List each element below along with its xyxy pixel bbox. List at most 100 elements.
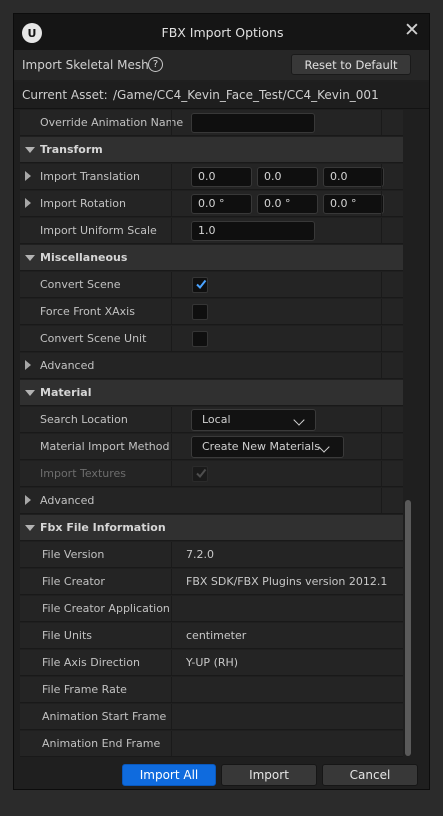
property-value: Y-UP (RH) xyxy=(186,656,239,669)
chevron-down-icon xyxy=(318,441,330,453)
collapse-arrow-icon xyxy=(25,147,35,153)
cancel-button[interactable]: Cancel xyxy=(322,764,418,786)
current-asset-path: /Game/CC4_Kevin_Face_Test/CC4_Kevin_001 xyxy=(113,88,379,102)
force-front-xaxis-checkbox[interactable] xyxy=(192,304,208,320)
column-divider[interactable] xyxy=(171,272,172,297)
translation-z-input[interactable]: 0.0 xyxy=(323,167,384,187)
property-label: Force Front XAxis xyxy=(40,305,135,318)
close-icon[interactable]: ✕ xyxy=(403,20,421,40)
column-divider xyxy=(381,299,382,324)
property-value: FBX SDK/FBX Plugins version 2012.1 xyxy=(186,575,388,588)
convert-scene-checkbox[interactable] xyxy=(192,277,208,293)
column-divider[interactable] xyxy=(171,677,172,702)
row-file-units: File Units centimeter xyxy=(20,623,403,649)
rotation-z-input[interactable]: 0.0 ° xyxy=(323,194,384,214)
property-label: Convert Scene Unit xyxy=(40,332,147,345)
expand-arrow-icon[interactable] xyxy=(25,495,31,505)
current-asset-bar: Current Asset: /Game/CC4_Kevin_Face_Test… xyxy=(14,82,429,109)
column-divider xyxy=(381,353,382,378)
column-divider[interactable] xyxy=(171,731,172,756)
dialog-title: FBX Import Options xyxy=(161,25,284,40)
column-divider[interactable] xyxy=(171,407,172,432)
column-divider[interactable] xyxy=(171,164,172,189)
column-divider[interactable] xyxy=(171,542,172,567)
row-file-version: File Version 7.2.0 xyxy=(20,542,403,568)
row-convert-scene: Convert Scene xyxy=(20,272,403,298)
dropdown-value: Local xyxy=(202,413,231,426)
property-label: Convert Scene xyxy=(40,278,121,291)
column-divider[interactable] xyxy=(171,596,172,621)
row-material-import-method: Material Import Method Create New Materi… xyxy=(20,434,403,460)
property-label: File Frame Rate xyxy=(42,683,127,696)
row-import-uniform-scale: Import Uniform Scale 1.0 xyxy=(20,218,403,244)
property-label: Override Animation Name xyxy=(40,116,184,129)
column-divider[interactable] xyxy=(171,218,172,243)
column-divider xyxy=(381,272,382,297)
rotation-x-input[interactable]: 0.0 ° xyxy=(191,194,252,214)
scrollbar-thumb[interactable] xyxy=(405,500,411,756)
property-label: Import Translation xyxy=(40,170,140,183)
title-bar[interactable]: U FBX Import Options ✕ xyxy=(14,14,429,50)
row-file-frame-rate: File Frame Rate xyxy=(20,677,403,703)
property-panel[interactable]: Override Animation Name Transform Import… xyxy=(14,110,405,758)
import-type-label: Import Skeletal Mesh xyxy=(22,58,149,72)
column-divider xyxy=(381,461,382,486)
column-divider xyxy=(381,488,382,513)
check-icon xyxy=(196,468,207,479)
column-divider[interactable] xyxy=(171,650,172,675)
category-material[interactable]: Material xyxy=(20,380,403,406)
expand-arrow-icon[interactable] xyxy=(25,360,31,370)
column-divider[interactable] xyxy=(171,569,172,594)
category-miscellaneous[interactable]: Miscellaneous xyxy=(20,245,403,271)
property-label: File Units xyxy=(42,629,93,642)
column-divider[interactable] xyxy=(171,191,172,216)
property-label: Import Textures xyxy=(40,467,127,480)
category-label: Transform xyxy=(40,143,103,156)
column-divider[interactable] xyxy=(171,299,172,324)
column-divider xyxy=(381,326,382,351)
check-icon xyxy=(196,279,207,290)
uniform-scale-input[interactable]: 1.0 xyxy=(191,221,315,241)
column-divider[interactable] xyxy=(171,434,172,459)
rotation-y-input[interactable]: 0.0 ° xyxy=(257,194,318,214)
row-animation-end-frame: Animation End Frame xyxy=(20,731,403,757)
row-advanced-material[interactable]: Advanced xyxy=(20,488,403,514)
fbx-import-dialog: U FBX Import Options ✕ Import Skeletal M… xyxy=(13,13,430,790)
column-divider[interactable] xyxy=(171,461,172,486)
property-label: File Axis Direction xyxy=(42,656,140,669)
property-label: Advanced xyxy=(40,494,95,507)
column-divider[interactable] xyxy=(171,704,172,729)
category-fbx-file-information[interactable]: Fbx File Information xyxy=(20,515,403,541)
column-divider xyxy=(381,191,382,216)
row-animation-start-frame: Animation Start Frame xyxy=(20,704,403,730)
row-file-creator: File Creator FBX SDK/FBX Plugins version… xyxy=(20,569,403,595)
property-label: File Creator Application xyxy=(42,602,170,615)
row-import-rotation: Import Rotation 0.0 ° 0.0 ° 0.0 ° xyxy=(20,191,403,217)
translation-x-input[interactable]: 0.0 xyxy=(191,167,252,187)
property-label: Material Import Method xyxy=(40,440,170,453)
convert-scene-unit-checkbox[interactable] xyxy=(192,331,208,347)
expand-arrow-icon[interactable] xyxy=(25,171,31,181)
help-icon[interactable]: ? xyxy=(148,57,163,72)
material-import-method-dropdown[interactable]: Create New Materials xyxy=(191,436,344,458)
import-textures-checkbox xyxy=(192,466,208,482)
search-location-dropdown[interactable]: Local xyxy=(191,409,316,431)
import-button[interactable]: Import xyxy=(221,764,317,786)
column-divider[interactable] xyxy=(171,110,172,135)
column-divider[interactable] xyxy=(171,326,172,351)
expand-arrow-icon[interactable] xyxy=(25,198,31,208)
translation-y-input[interactable]: 0.0 xyxy=(257,167,318,187)
column-divider[interactable] xyxy=(171,623,172,648)
category-label: Miscellaneous xyxy=(40,251,128,264)
current-asset-label: Current Asset: xyxy=(22,88,108,102)
import-header: Import Skeletal Mesh ? Reset to Default xyxy=(14,50,429,80)
column-divider xyxy=(381,110,382,135)
row-advanced-misc[interactable]: Advanced xyxy=(20,353,403,379)
category-transform[interactable]: Transform xyxy=(20,137,403,163)
import-all-button[interactable]: Import All xyxy=(122,764,216,786)
property-label: Animation End Frame xyxy=(42,737,161,750)
collapse-arrow-icon xyxy=(25,525,35,531)
reset-to-default-button[interactable]: Reset to Default xyxy=(291,54,411,75)
override-animation-name-input[interactable] xyxy=(191,113,315,133)
row-import-textures: Import Textures xyxy=(20,461,403,487)
